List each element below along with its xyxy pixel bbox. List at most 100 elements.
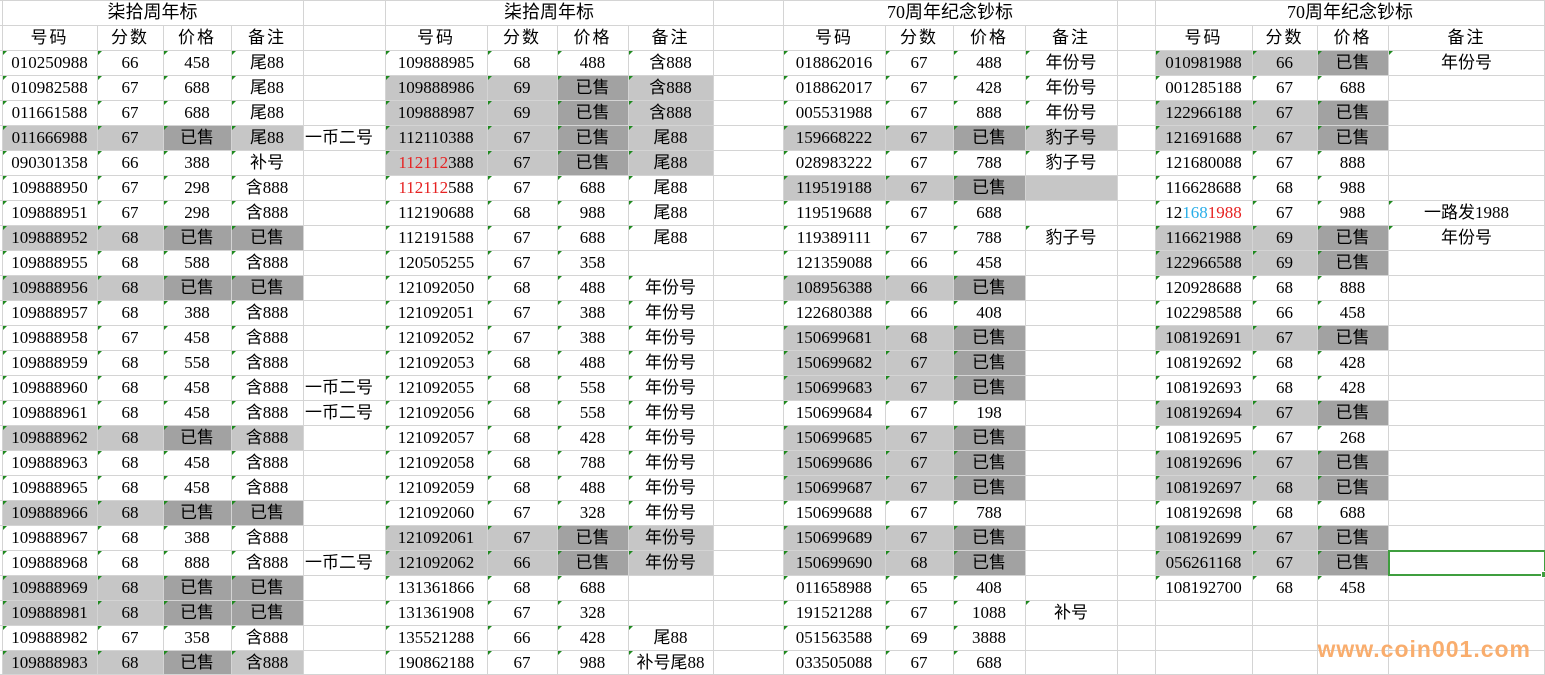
number-cell[interactable]: 109888967: [2, 525, 97, 550]
score-cell[interactable]: 68: [487, 575, 557, 600]
number-cell[interactable]: 108192693: [1155, 375, 1252, 400]
price-cell[interactable]: 558: [557, 375, 628, 400]
price-cell[interactable]: 已售: [953, 175, 1025, 200]
score-cell[interactable]: 68: [487, 400, 557, 425]
remark-cell[interactable]: 含888: [231, 300, 303, 325]
score-cell[interactable]: 67: [487, 250, 557, 275]
price-cell[interactable]: 已售: [557, 150, 628, 175]
number-cell[interactable]: 109888981: [2, 600, 97, 625]
number-cell[interactable]: 121092058: [385, 450, 487, 475]
number-cell[interactable]: 122680388: [783, 300, 885, 325]
remark-cell[interactable]: 年份号: [628, 550, 713, 575]
price-cell[interactable]: 已售: [953, 550, 1025, 575]
remark-cell[interactable]: 年份号: [628, 300, 713, 325]
price-cell[interactable]: 已售: [953, 375, 1025, 400]
score-cell[interactable]: 67: [487, 125, 557, 150]
number-cell[interactable]: 109888952: [2, 225, 97, 250]
number-cell[interactable]: 109888956: [2, 275, 97, 300]
group-title[interactable]: 柒拾周年标: [385, 0, 713, 25]
column-header-price[interactable]: 价格: [163, 25, 231, 50]
score-cell[interactable]: 68: [97, 500, 163, 525]
score-cell[interactable]: 68: [97, 575, 163, 600]
remark-cell[interactable]: 尾88: [628, 150, 713, 175]
remark-cell[interactable]: 含888: [231, 175, 303, 200]
remark-cell[interactable]: 年份号: [628, 375, 713, 400]
price-cell[interactable]: 988: [1317, 175, 1388, 200]
remark-cell[interactable]: 含888: [231, 200, 303, 225]
remark-cell[interactable]: 含888: [231, 525, 303, 550]
price-cell[interactable]: 888: [163, 550, 231, 575]
score-cell[interactable]: 65: [885, 575, 953, 600]
price-cell[interactable]: 488: [557, 275, 628, 300]
number-cell[interactable]: 112191588: [385, 225, 487, 250]
number-cell[interactable]: 010982588: [2, 75, 97, 100]
score-cell[interactable]: 67: [1252, 200, 1317, 225]
number-cell[interactable]: 109888968: [2, 550, 97, 575]
price-cell[interactable]: 已售: [953, 325, 1025, 350]
number-cell[interactable]: 018862016: [783, 50, 885, 75]
price-cell[interactable]: 已售: [557, 525, 628, 550]
price-cell[interactable]: 已售: [1317, 100, 1388, 125]
score-cell[interactable]: 67: [885, 500, 953, 525]
price-cell[interactable]: 688: [1317, 75, 1388, 100]
price-cell[interactable]: 已售: [953, 425, 1025, 450]
score-cell[interactable]: 67: [1252, 125, 1317, 150]
number-cell[interactable]: 121092055: [385, 375, 487, 400]
remark-cell[interactable]: 豹子号: [1025, 150, 1117, 175]
remark-cell[interactable]: 尾88: [231, 125, 303, 150]
price-cell[interactable]: 688: [163, 75, 231, 100]
price-cell[interactable]: 888: [1317, 150, 1388, 175]
price-cell[interactable]: 408: [953, 300, 1025, 325]
price-cell[interactable]: 已售: [163, 125, 231, 150]
score-cell[interactable]: 68: [97, 450, 163, 475]
score-cell[interactable]: 67: [487, 225, 557, 250]
remark-cell[interactable]: 含888: [231, 350, 303, 375]
score-cell[interactable]: 68: [97, 525, 163, 550]
score-cell[interactable]: 68: [487, 50, 557, 75]
number-cell[interactable]: 010981988: [1155, 50, 1252, 75]
score-cell[interactable]: 68: [97, 600, 163, 625]
score-cell[interactable]: 68: [97, 650, 163, 675]
remark-cell[interactable]: 尾88: [231, 75, 303, 100]
score-cell[interactable]: 67: [97, 625, 163, 650]
price-cell[interactable]: 428: [1317, 350, 1388, 375]
number-cell[interactable]: 122966588: [1155, 250, 1252, 275]
price-cell[interactable]: 388: [557, 325, 628, 350]
price-cell[interactable]: 458: [163, 375, 231, 400]
score-cell[interactable]: 68: [97, 425, 163, 450]
price-cell[interactable]: 已售: [163, 425, 231, 450]
score-cell[interactable]: 67: [1252, 100, 1317, 125]
number-cell[interactable]: 121092057: [385, 425, 487, 450]
score-cell[interactable]: 67: [885, 125, 953, 150]
number-cell[interactable]: 109888951: [2, 200, 97, 225]
score-cell[interactable]: 68: [1252, 500, 1317, 525]
number-cell[interactable]: 001285188: [1155, 75, 1252, 100]
price-cell[interactable]: 558: [557, 400, 628, 425]
remark-cell[interactable]: 年份号: [628, 525, 713, 550]
price-cell[interactable]: 已售: [557, 550, 628, 575]
number-cell[interactable]: 121092052: [385, 325, 487, 350]
note-cell[interactable]: 一币二号: [303, 400, 385, 425]
score-cell[interactable]: 67: [885, 400, 953, 425]
price-cell[interactable]: 已售: [163, 650, 231, 675]
score-cell[interactable]: 68: [1252, 275, 1317, 300]
price-cell[interactable]: 428: [557, 625, 628, 650]
remark-cell[interactable]: 豹子号: [1025, 225, 1117, 250]
remark-cell[interactable]: 补号尾88: [628, 650, 713, 675]
price-cell[interactable]: 328: [557, 600, 628, 625]
price-cell[interactable]: 988: [557, 200, 628, 225]
price-cell[interactable]: 已售: [163, 275, 231, 300]
price-cell[interactable]: 已售: [1317, 325, 1388, 350]
score-cell[interactable]: 66: [885, 275, 953, 300]
score-cell[interactable]: 68: [1252, 375, 1317, 400]
price-cell[interactable]: 458: [1317, 300, 1388, 325]
score-cell[interactable]: 68: [97, 225, 163, 250]
price-cell[interactable]: 588: [163, 250, 231, 275]
score-cell[interactable]: 67: [885, 50, 953, 75]
score-cell[interactable]: 68: [97, 475, 163, 500]
score-cell[interactable]: 67: [97, 100, 163, 125]
price-cell[interactable]: 688: [557, 575, 628, 600]
score-cell[interactable]: 68: [97, 275, 163, 300]
number-cell[interactable]: 108192699: [1155, 525, 1252, 550]
remark-cell[interactable]: 尾88: [231, 50, 303, 75]
